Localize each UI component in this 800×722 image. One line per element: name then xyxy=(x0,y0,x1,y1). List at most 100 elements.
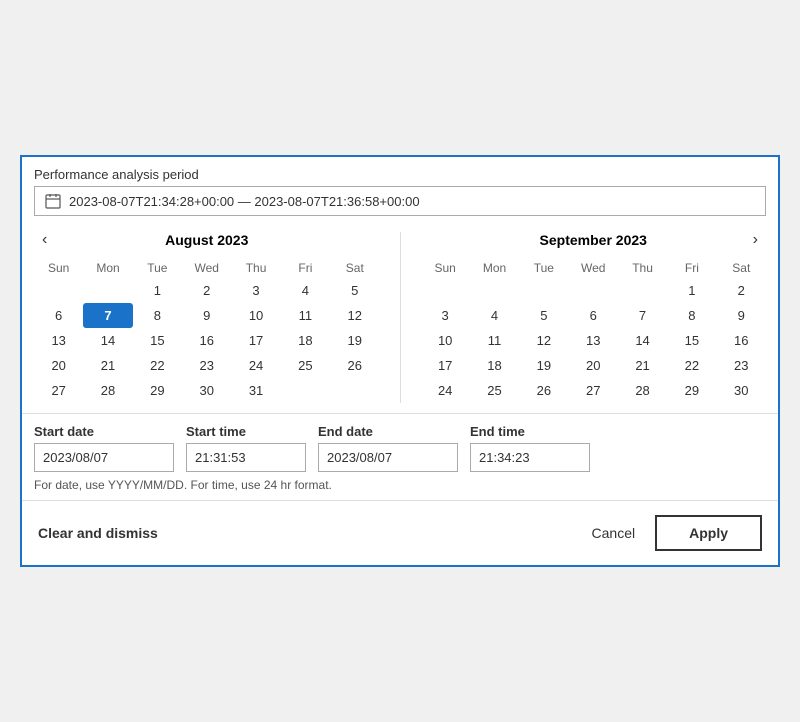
calendar-day xyxy=(34,278,83,303)
calendar-day[interactable]: 9 xyxy=(182,303,231,328)
calendar-day[interactable]: 10 xyxy=(421,328,470,353)
calendar-day[interactable]: 15 xyxy=(667,328,716,353)
calendar-day[interactable]: 6 xyxy=(569,303,618,328)
calendar-day[interactable]: 7 xyxy=(83,303,132,328)
end-time-label: End time xyxy=(470,424,590,439)
prev-month-button[interactable]: ‹ xyxy=(34,229,55,251)
calendar-day[interactable]: 28 xyxy=(618,378,667,403)
calendar-day[interactable]: 14 xyxy=(83,328,132,353)
calendar-day xyxy=(618,278,667,303)
calendar-day[interactable]: 18 xyxy=(281,328,330,353)
calendar-day[interactable]: 21 xyxy=(83,353,132,378)
calendar-day[interactable]: 11 xyxy=(281,303,330,328)
calendar-day[interactable]: 5 xyxy=(330,278,379,303)
calendar-day[interactable]: 16 xyxy=(717,328,766,353)
calendar-day[interactable]: 29 xyxy=(667,378,716,403)
apply-button[interactable]: Apply xyxy=(655,515,762,551)
calendar-day[interactable]: 30 xyxy=(717,378,766,403)
calendar-icon xyxy=(45,193,61,209)
september-grid: Sun Mon Tue Wed Thu Fri Sat 123456789101… xyxy=(421,258,767,403)
calendar-day[interactable]: 25 xyxy=(470,378,519,403)
calendar-day[interactable]: 4 xyxy=(470,303,519,328)
calendar-day[interactable]: 17 xyxy=(421,353,470,378)
dow-mon-sep: Mon xyxy=(470,258,519,278)
calendar-day xyxy=(330,378,379,403)
calendar-day[interactable]: 16 xyxy=(182,328,231,353)
calendar-day[interactable]: 9 xyxy=(717,303,766,328)
dow-mon-aug: Mon xyxy=(83,258,132,278)
calendar-day[interactable]: 27 xyxy=(569,378,618,403)
dow-sun-aug: Sun xyxy=(34,258,83,278)
clear-dismiss-button[interactable]: Clear and dismiss xyxy=(38,525,158,541)
start-date-input[interactable] xyxy=(34,443,174,472)
end-time-input[interactable] xyxy=(470,443,590,472)
calendar-day[interactable]: 20 xyxy=(34,353,83,378)
calendar-day[interactable]: 24 xyxy=(421,378,470,403)
dialog: Performance analysis period 2023-08-07T2… xyxy=(20,155,780,567)
calendar-day[interactable]: 14 xyxy=(618,328,667,353)
calendar-day[interactable]: 29 xyxy=(133,378,182,403)
calendar-day[interactable]: 28 xyxy=(83,378,132,403)
calendar-day[interactable]: 7 xyxy=(618,303,667,328)
calendar-day[interactable]: 20 xyxy=(569,353,618,378)
calendar-day[interactable]: 22 xyxy=(133,353,182,378)
calendar-day[interactable]: 31 xyxy=(231,378,280,403)
cancel-button[interactable]: Cancel xyxy=(592,525,636,541)
september-header: September 2023 › xyxy=(421,232,767,248)
end-date-input[interactable] xyxy=(318,443,458,472)
start-time-label: Start time xyxy=(186,424,306,439)
start-time-input[interactable] xyxy=(186,443,306,472)
calendar-day[interactable]: 3 xyxy=(421,303,470,328)
start-time-group: Start time xyxy=(186,424,306,472)
next-month-button[interactable]: › xyxy=(745,229,766,251)
dow-sun-sep: Sun xyxy=(421,258,470,278)
calendar-day[interactable]: 12 xyxy=(519,328,568,353)
calendar-day xyxy=(421,278,470,303)
calendar-day[interactable]: 11 xyxy=(470,328,519,353)
end-time-group: End time xyxy=(470,424,590,472)
calendar-section: ‹ August 2023 Sun Mon Tue Wed Thu Fri Sa… xyxy=(22,216,778,413)
calendar-day[interactable]: 22 xyxy=(667,353,716,378)
calendar-day[interactable]: 30 xyxy=(182,378,231,403)
calendar-day[interactable]: 26 xyxy=(519,378,568,403)
calendar-day[interactable]: 1 xyxy=(667,278,716,303)
calendar-day[interactable]: 8 xyxy=(667,303,716,328)
calendar-day[interactable]: 21 xyxy=(618,353,667,378)
september-title: September 2023 xyxy=(540,232,647,248)
calendar-day[interactable]: 18 xyxy=(470,353,519,378)
date-range-bar: 2023-08-07T21:34:28+00:00 — 2023-08-07T2… xyxy=(34,186,766,216)
start-date-group: Start date xyxy=(34,424,174,472)
calendar-day[interactable]: 27 xyxy=(34,378,83,403)
calendar-day xyxy=(281,378,330,403)
calendar-day[interactable]: 2 xyxy=(717,278,766,303)
calendar-day[interactable]: 19 xyxy=(519,353,568,378)
calendar-day[interactable]: 24 xyxy=(231,353,280,378)
end-date-group: End date xyxy=(318,424,458,472)
calendar-day[interactable]: 4 xyxy=(281,278,330,303)
calendar-day[interactable]: 23 xyxy=(182,353,231,378)
footer: Clear and dismiss Cancel Apply xyxy=(22,500,778,565)
calendar-day[interactable]: 13 xyxy=(569,328,618,353)
calendar-day[interactable]: 12 xyxy=(330,303,379,328)
calendar-day[interactable]: 13 xyxy=(34,328,83,353)
dow-fri-aug: Fri xyxy=(281,258,330,278)
dow-fri-sep: Fri xyxy=(667,258,716,278)
calendar-day[interactable]: 6 xyxy=(34,303,83,328)
start-date-label: Start date xyxy=(34,424,174,439)
calendar-day[interactable]: 10 xyxy=(231,303,280,328)
end-date-label: End date xyxy=(318,424,458,439)
calendar-day[interactable]: 23 xyxy=(717,353,766,378)
calendar-day[interactable]: 26 xyxy=(330,353,379,378)
calendar-day[interactable]: 2 xyxy=(182,278,231,303)
dow-sat-sep: Sat xyxy=(717,258,766,278)
date-range-text: 2023-08-07T21:34:28+00:00 — 2023-08-07T2… xyxy=(69,194,420,209)
calendar-day[interactable]: 1 xyxy=(133,278,182,303)
calendar-day[interactable]: 17 xyxy=(231,328,280,353)
calendar-day[interactable]: 25 xyxy=(281,353,330,378)
dow-tue-sep: Tue xyxy=(519,258,568,278)
calendar-day[interactable]: 8 xyxy=(133,303,182,328)
calendar-day[interactable]: 15 xyxy=(133,328,182,353)
calendar-day[interactable]: 5 xyxy=(519,303,568,328)
calendar-day[interactable]: 3 xyxy=(231,278,280,303)
calendar-day[interactable]: 19 xyxy=(330,328,379,353)
